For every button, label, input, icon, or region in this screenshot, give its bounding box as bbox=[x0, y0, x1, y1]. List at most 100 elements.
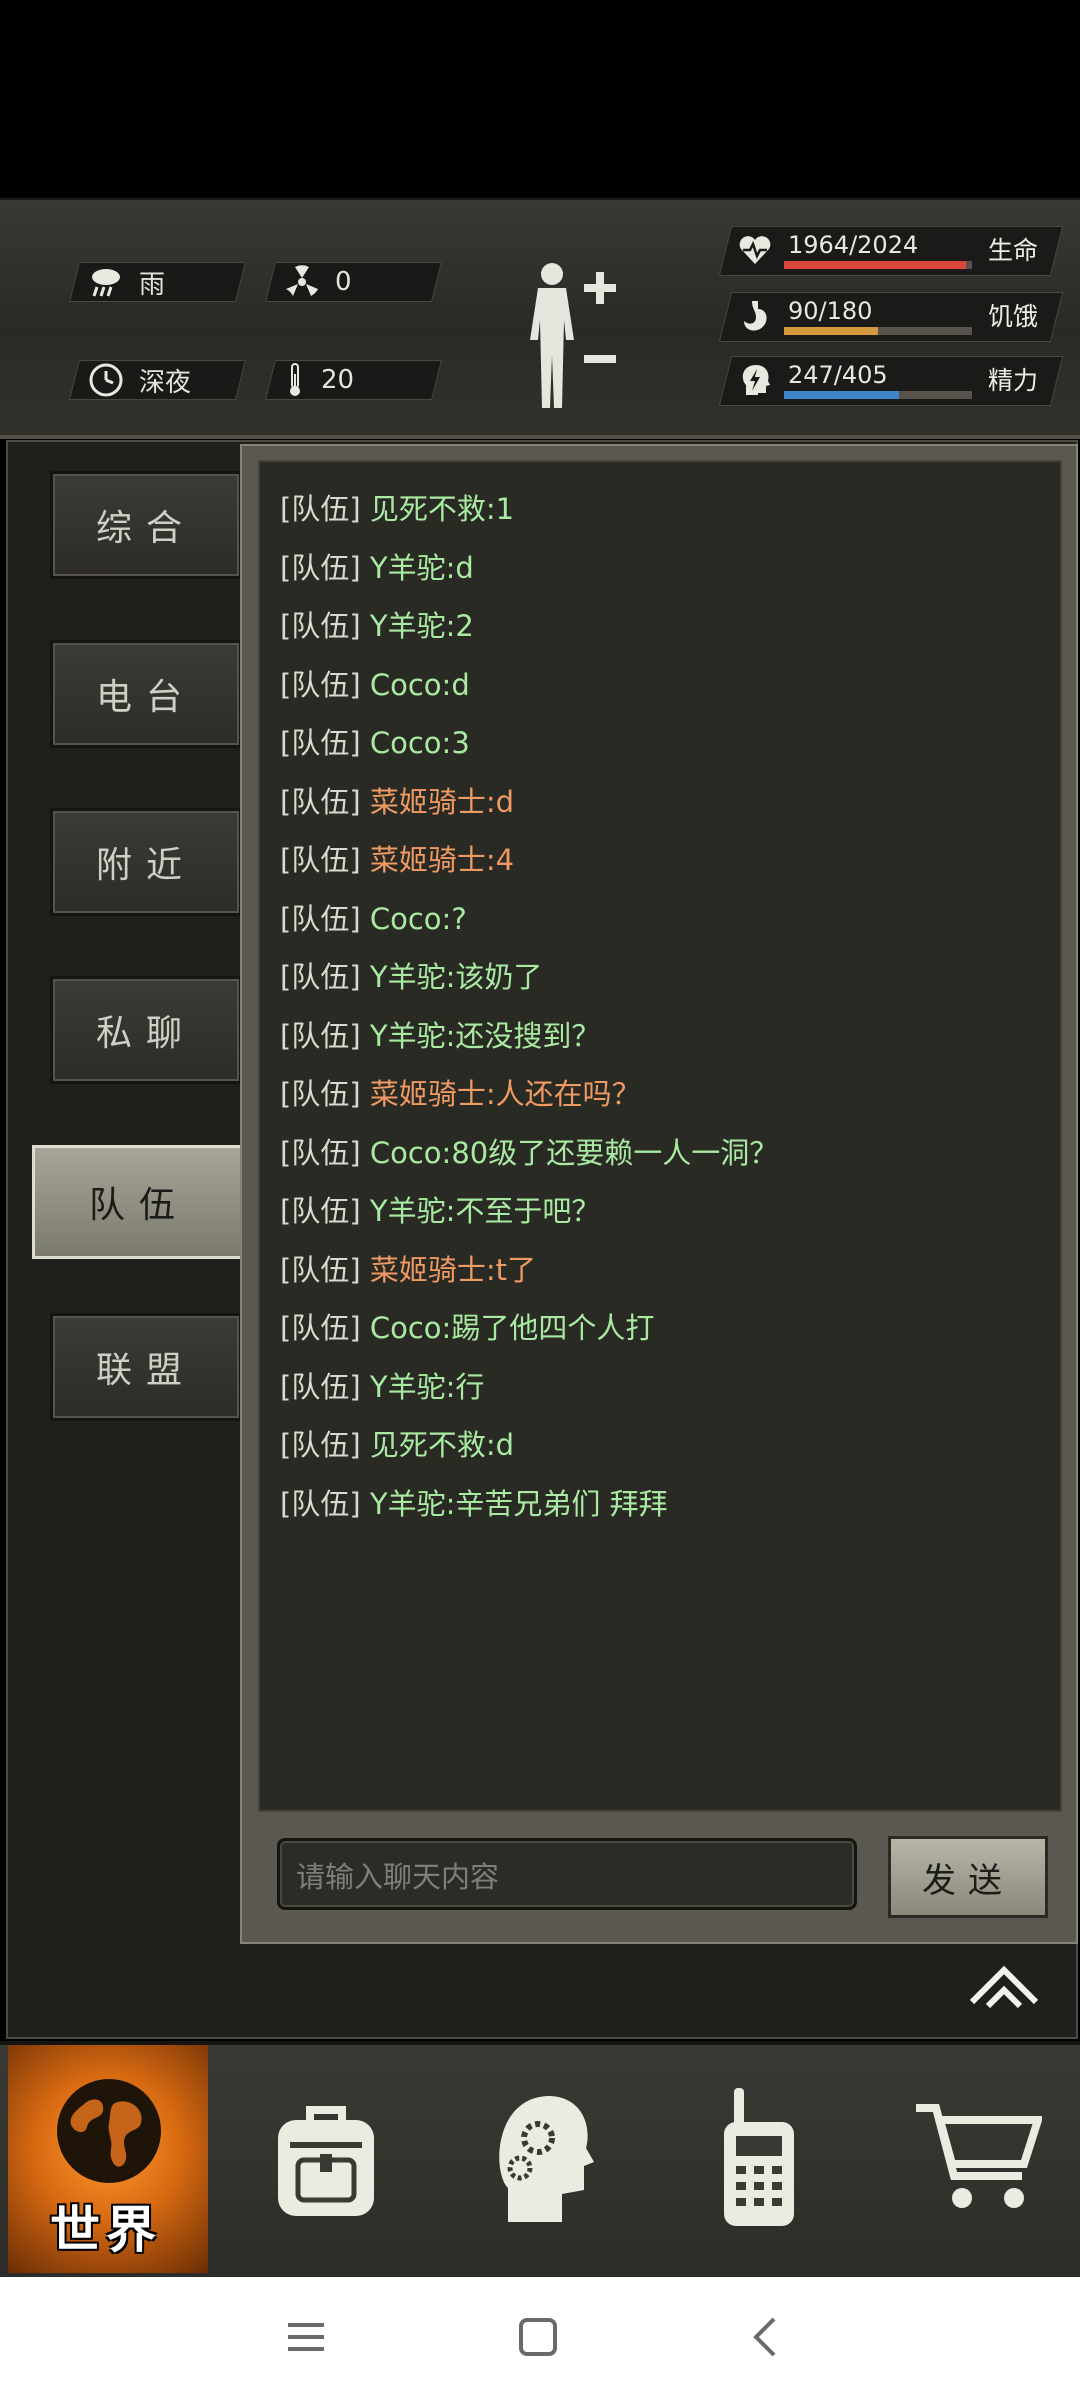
message-sender[interactable]: Coco bbox=[361, 1311, 442, 1345]
chat-message: [队伍] 菜姬骑士:d bbox=[280, 779, 514, 821]
message-sender[interactable]: Y羊驼 bbox=[361, 1019, 446, 1053]
health-track bbox=[784, 261, 972, 269]
temperature-status: 20 bbox=[265, 360, 442, 400]
tab-alliance[interactable]: 联盟 bbox=[50, 1313, 242, 1421]
message-sender[interactable]: Coco bbox=[361, 1136, 442, 1170]
message-channel-tag: [队伍] bbox=[280, 843, 361, 877]
message-channel-tag: [队伍] bbox=[280, 784, 361, 819]
health-fill bbox=[784, 261, 967, 269]
message-sender[interactable]: 菜姬骑士 bbox=[361, 843, 486, 877]
message-text: :不至于吧？ bbox=[445, 1194, 601, 1228]
message-channel-tag: [队伍] bbox=[280, 960, 361, 994]
character-status-button[interactable] bbox=[520, 260, 630, 410]
energy-fill bbox=[784, 391, 899, 399]
chat-message: [队伍] Coco:d bbox=[280, 662, 470, 704]
chat-message: [队伍] 见死不救:d bbox=[280, 1422, 514, 1464]
message-channel-tag: [队伍] bbox=[280, 1486, 361, 1521]
thermometer-icon bbox=[290, 363, 300, 396]
tab-private[interactable]: 私聊 bbox=[50, 976, 242, 1084]
tab-team[interactable]: 队伍 bbox=[32, 1145, 246, 1259]
chat-message: [队伍] Y羊驼:2 bbox=[280, 603, 474, 645]
temperature-text: 20 bbox=[321, 365, 355, 395]
send-button[interactable]: 发送 bbox=[888, 1836, 1048, 1918]
message-text: :2 bbox=[445, 609, 474, 643]
message-text: :1 bbox=[485, 492, 515, 526]
message-channel-tag: [队伍] bbox=[280, 667, 361, 702]
hunger-label: 饥饿 bbox=[988, 302, 1039, 331]
nav-radio-icon[interactable] bbox=[714, 2086, 804, 2228]
message-text: :还没搜到？ bbox=[445, 1018, 601, 1053]
plus-icon bbox=[584, 272, 616, 304]
globe-icon bbox=[57, 2079, 161, 2183]
time-text: 深夜 bbox=[139, 367, 192, 398]
chat-message: [队伍] Coco:3 bbox=[280, 720, 470, 762]
message-sender[interactable]: Y羊驼 bbox=[361, 551, 446, 585]
nav-shop-cart-icon[interactable] bbox=[914, 2100, 1042, 2216]
message-text: :辛苦兄弟们 拜拜 bbox=[445, 1486, 668, 1521]
chat-message: [队伍] Coco:? bbox=[280, 896, 467, 938]
message-text: :d bbox=[485, 784, 515, 819]
message-channel-tag: [队伍] bbox=[280, 1077, 361, 1111]
chat-message: [队伍] 菜姬骑士:人还在吗？ bbox=[280, 1071, 641, 1113]
message-channel-tag: [队伍] bbox=[280, 492, 361, 526]
message-sender[interactable]: 菜姬骑士 bbox=[361, 1077, 486, 1111]
message-channel-tag: [队伍] bbox=[280, 1194, 361, 1228]
collapse-chevron-icon[interactable] bbox=[968, 1962, 1040, 2008]
minus-icon bbox=[584, 355, 616, 363]
message-text: :人还在吗？ bbox=[485, 1077, 641, 1111]
tab-nearby[interactable]: 附近 bbox=[50, 808, 242, 916]
tab-general[interactable]: 综合 bbox=[50, 471, 242, 579]
heart-icon bbox=[739, 236, 771, 264]
energy-bar: 247/405 精力 bbox=[718, 356, 1064, 406]
clock-icon bbox=[89, 363, 123, 397]
chat-message: [队伍] Coco:踢了他四个人打 bbox=[280, 1305, 654, 1347]
chat-message: [队伍] Y羊驼:辛苦兄弟们 拜拜 bbox=[280, 1481, 668, 1523]
chat-message: [队伍] 菜姬骑士:4 bbox=[280, 837, 514, 879]
chat-message: [队伍] 菜姬骑士:t了 bbox=[280, 1247, 536, 1289]
message-channel-tag: [队伍] bbox=[280, 1311, 361, 1345]
nav-skills-head-icon[interactable] bbox=[490, 2090, 594, 2226]
health-value: 1964/2024 bbox=[788, 231, 919, 259]
message-sender[interactable]: Y羊驼 bbox=[361, 960, 446, 994]
energy-label: 精力 bbox=[988, 366, 1039, 395]
message-sender[interactable]: Y羊驼 bbox=[361, 1194, 446, 1228]
message-sender[interactable]: 菜姬骑士 bbox=[361, 1253, 486, 1287]
message-channel-tag: [队伍] bbox=[280, 726, 361, 760]
radiation-icon bbox=[286, 265, 318, 296]
chat-message-list[interactable]: [队伍] 见死不救:1 [队伍] Y羊驼:d [队伍] Y羊驼:2 [队伍] Coco… bbox=[258, 460, 1062, 1812]
message-sender[interactable]: Coco bbox=[361, 726, 442, 760]
energy-value: 247/405 bbox=[788, 361, 888, 389]
nav-backpack-icon[interactable] bbox=[268, 2098, 384, 2220]
health-label: 生命 bbox=[988, 236, 1039, 265]
back-icon[interactable] bbox=[750, 2315, 780, 2359]
weather-status: 雨 bbox=[69, 262, 246, 302]
message-text: :该奶了 bbox=[445, 960, 543, 994]
message-sender[interactable]: Coco bbox=[361, 902, 442, 936]
message-sender[interactable]: 见死不救 bbox=[361, 492, 486, 526]
hunger-value: 90/180 bbox=[788, 297, 873, 325]
chat-message: [队伍] Y羊驼:不至于吧？ bbox=[280, 1188, 600, 1230]
radiation-text: 0 bbox=[335, 267, 352, 297]
chat-message: [队伍] Y羊驼:还没搜到？ bbox=[280, 1013, 600, 1055]
health-bar: 1964/2024 生命 bbox=[718, 226, 1064, 276]
message-sender[interactable]: Y羊驼 bbox=[361, 1487, 446, 1521]
chat-message: [队伍] 见死不救:1 bbox=[280, 486, 514, 528]
message-sender[interactable]: Y羊驼 bbox=[361, 1370, 446, 1404]
hunger-fill bbox=[784, 327, 878, 335]
tab-radio[interactable]: 电台 bbox=[50, 640, 242, 748]
chat-input[interactable]: 请输入聊天内容 bbox=[277, 1838, 857, 1910]
time-status: 深夜 bbox=[69, 360, 246, 400]
hunger-bar: 90/180 饥饿 bbox=[718, 292, 1064, 342]
message-sender[interactable]: Coco bbox=[361, 668, 442, 702]
chat-message: [队伍] Y羊驼:行 bbox=[280, 1364, 484, 1406]
message-sender[interactable]: 菜姬骑士 bbox=[361, 785, 486, 819]
weather-text: 雨 bbox=[139, 269, 166, 300]
chat-message: [队伍] Y羊驼:该奶了 bbox=[280, 954, 542, 996]
home-icon[interactable] bbox=[518, 2317, 558, 2357]
menu-icon[interactable] bbox=[286, 2317, 326, 2357]
message-sender[interactable]: 见死不救 bbox=[361, 1428, 486, 1462]
message-sender[interactable]: Y羊驼 bbox=[361, 609, 446, 643]
radiation-status: 0 bbox=[265, 262, 442, 302]
message-channel-tag: [队伍] bbox=[280, 609, 361, 643]
message-channel-tag: [队伍] bbox=[280, 1135, 361, 1170]
